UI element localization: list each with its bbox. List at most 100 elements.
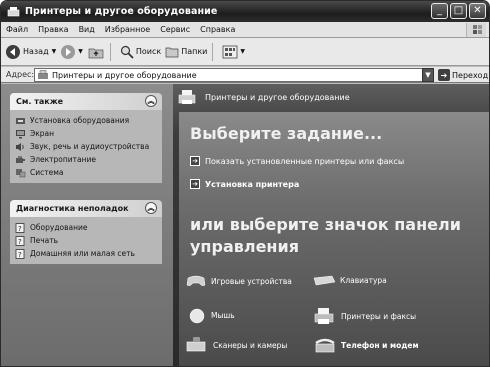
sidebar-item-sound[interactable]: Звук, речь и аудиоустройства <box>15 140 162 153</box>
collapse-icon[interactable]: ︽ <box>145 95 157 107</box>
sidebar-item-label: Экран <box>30 129 55 138</box>
help-icon: ? <box>15 222 25 233</box>
toolbar: Назад ▼ ▼ Поиск Папки ▼ <box>1 38 489 66</box>
go-arrow-icon: ➔ <box>438 69 450 81</box>
task-add-printer[interactable]: ➔ Установка принтера <box>190 179 299 189</box>
sidebar-item-hardware-install[interactable]: Установка оборудования <box>15 114 162 127</box>
address-dropdown-button[interactable]: ▼ <box>422 68 434 82</box>
cp-label: Мышь <box>211 310 235 320</box>
collapse-icon[interactable]: ︽ <box>145 202 157 214</box>
cp-label: Телефон и модем <box>341 340 419 350</box>
go-button[interactable]: ➔ Переход <box>438 69 488 81</box>
category-title: Принтеры и другое оборудование <box>205 92 350 102</box>
windows-logo-icon <box>466 23 486 37</box>
content-area: См. также ︽ Установка оборудования Экран… <box>1 84 489 366</box>
printers-hardware-icon <box>178 90 196 104</box>
task-show-printers[interactable]: ➔ Показать установленные принтеры или фа… <box>190 156 404 166</box>
menu-view[interactable]: Вид <box>74 25 100 34</box>
scanner-icon <box>186 337 206 352</box>
phone-icon <box>315 338 335 353</box>
back-button[interactable]: Назад ▼ <box>5 44 56 60</box>
menu-bar: Файл Правка Вид Избранное Сервис Справка <box>1 22 489 38</box>
sidebar-item-label: Электропитание <box>30 155 97 164</box>
toolbar-separator <box>212 42 214 61</box>
menu-favorites[interactable]: Избранное <box>100 25 155 34</box>
troubleshoot-list: ? Оборудование ? Печать ? Домашняя или м… <box>10 217 162 264</box>
go-label: Переход <box>452 70 489 80</box>
folders-icon <box>165 47 179 57</box>
task-area: Выберите задание... ➔ Показать установле… <box>179 112 489 366</box>
menu-help[interactable]: Справка <box>195 25 240 34</box>
hardware-install-icon <box>16 117 25 124</box>
power-icon <box>16 155 25 163</box>
help-icon: ? <box>15 248 25 259</box>
svg-text:?: ? <box>18 225 22 233</box>
cp-printers-faxes[interactable]: Принтеры и факсы <box>313 306 416 326</box>
task-arrow-icon: ➔ <box>190 156 200 166</box>
cp-mouse[interactable]: Мышь <box>187 306 235 324</box>
forward-button[interactable]: ▼ <box>60 44 83 60</box>
menu-edit[interactable]: Правка <box>33 25 73 34</box>
pick-task-heading: Выберите задание... <box>190 124 383 143</box>
task-label: Установка принтера <box>205 179 300 189</box>
pick-icon-heading: или выберите значок панели управления <box>190 215 461 256</box>
cp-scanners-cameras[interactable]: Сканеры и камеры <box>185 336 287 354</box>
cp-label: Игровые устройства <box>211 276 292 286</box>
search-label: Поиск <box>135 47 162 56</box>
views-button[interactable]: ▼ <box>222 45 245 59</box>
display-icon <box>16 129 25 138</box>
printer-folder-icon <box>38 70 48 79</box>
sidebar-item-label: Звук, речь и аудиоустройства <box>30 142 150 151</box>
search-icon <box>120 45 134 59</box>
troubleshoot-header[interactable]: Диагностика неполадок ︽ <box>10 200 162 217</box>
troubleshoot-title: Диагностика неполадок <box>16 204 129 213</box>
views-dropdown-icon[interactable]: ▼ <box>240 48 245 55</box>
forward-arrow-icon <box>61 44 76 59</box>
sidebar-item-label: Оборудование <box>30 223 88 232</box>
sound-icon <box>16 142 24 151</box>
cp-keyboard[interactable]: Клавиатура <box>312 274 387 286</box>
sidebar-item-label: Печать <box>30 236 59 245</box>
sidebar-item-system[interactable]: Система <box>15 166 162 179</box>
sidebar-item-home-network[interactable]: ? Домашняя или малая сеть <box>15 247 162 260</box>
cp-label: Сканеры и камеры <box>213 340 288 350</box>
close-button[interactable]: ✕ <box>469 3 486 19</box>
menu-file[interactable]: Файл <box>1 25 33 34</box>
see-also-header[interactable]: См. также ︽ <box>10 93 162 110</box>
sidebar-item-label: Установка оборудования <box>30 116 130 125</box>
help-icon: ? <box>15 235 25 246</box>
cp-phone-modem[interactable]: Телефон и модем <box>313 336 419 354</box>
up-folder-button[interactable] <box>87 44 105 60</box>
keyboard-icon <box>313 275 336 286</box>
explorer-window: Принтеры и другое оборудование _ □ ✕ Фай… <box>0 0 490 367</box>
sidebar-item-label: Система <box>30 168 64 177</box>
svg-text:?: ? <box>18 251 22 259</box>
title-bar[interactable]: Принтеры и другое оборудование _ □ ✕ <box>1 1 489 22</box>
cp-game-controllers[interactable]: Игровые устройства <box>185 274 292 288</box>
sidebar-item-printing[interactable]: ? Печать <box>15 234 162 247</box>
address-field[interactable]: Принтеры и другое оборудование <box>34 68 424 82</box>
sidebar-item-display[interactable]: Экран <box>15 127 162 140</box>
printer-icon <box>314 308 334 324</box>
forward-dropdown-icon[interactable]: ▼ <box>78 48 83 55</box>
printer-folder-icon <box>7 7 20 17</box>
menu-tools[interactable]: Сервис <box>155 25 195 34</box>
sidebar-item-hardware[interactable]: ? Оборудование <box>15 221 162 234</box>
see-also-list: Установка оборудования Экран Звук, речь … <box>10 110 162 183</box>
system-icon <box>16 168 26 177</box>
cp-label: Клавиатура <box>340 275 387 285</box>
minimize-button[interactable]: _ <box>431 3 448 19</box>
back-dropdown-icon[interactable]: ▼ <box>52 48 57 55</box>
sidebar-item-label: Домашняя или малая сеть <box>30 249 135 258</box>
cp-label: Принтеры и факсы <box>341 311 417 321</box>
svg-text:?: ? <box>18 238 22 246</box>
maximize-button[interactable]: □ <box>450 3 467 19</box>
address-value: Принтеры и другое оборудование <box>52 70 197 80</box>
folders-label: Папки <box>181 47 208 56</box>
task-label: Показать установленные принтеры или факс… <box>205 156 405 166</box>
folders-button[interactable]: Папки <box>165 46 207 58</box>
search-button[interactable]: Поиск <box>120 45 161 59</box>
views-icon <box>222 45 238 58</box>
sidebar-item-power[interactable]: Электропитание <box>15 153 162 166</box>
address-bar: Адрес: Принтеры и другое оборудование ▼ … <box>1 67 489 83</box>
